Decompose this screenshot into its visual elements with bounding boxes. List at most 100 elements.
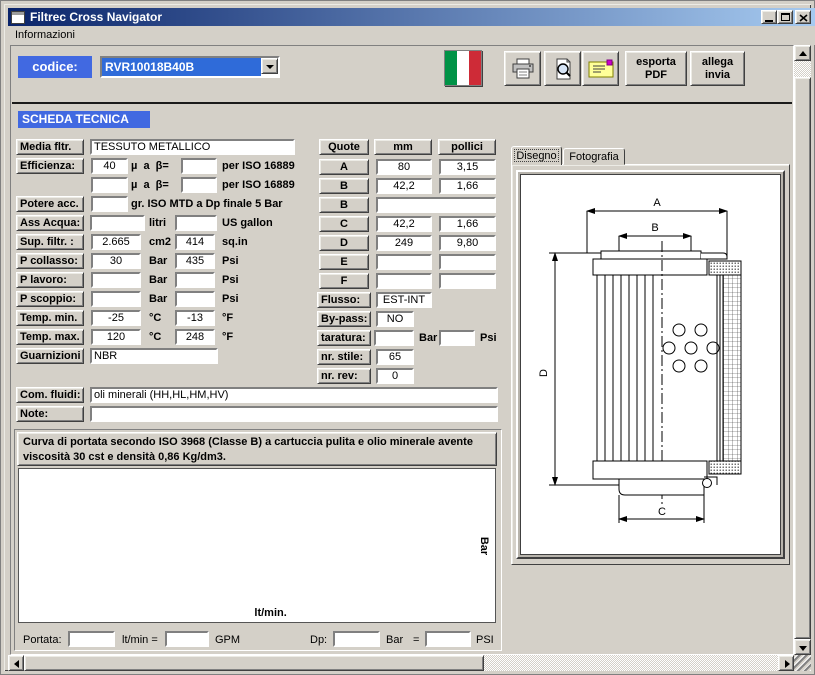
temp-min-field-2[interactable]: -13	[175, 310, 215, 326]
minimize-button[interactable]	[761, 10, 777, 24]
horizontal-scroll-thumb[interactable]	[24, 655, 484, 671]
dim-f-inch-field[interactable]	[439, 273, 496, 289]
arrow-up-icon	[799, 51, 807, 56]
ass-acqua-unit-1: litri	[149, 217, 167, 229]
vertical-scrollbar[interactable]	[794, 45, 811, 655]
nr-rev-field[interactable]: 0	[376, 368, 414, 384]
sup-filtr-field-2[interactable]: 414	[175, 234, 215, 250]
efficienza-unit2: per ISO 16889	[222, 160, 295, 172]
nr-stile-field[interactable]: 65	[376, 349, 414, 365]
horizontal-scrollbar[interactable]	[8, 655, 794, 671]
note-field[interactable]	[90, 406, 498, 422]
dim-c-mm-field[interactable]: 42,2	[376, 216, 432, 232]
taratura-bar-field[interactable]	[374, 330, 414, 346]
bypass-field[interactable]: NO	[376, 311, 414, 327]
attach-send-label-2: invia	[704, 68, 731, 81]
export-pdf-button[interactable]: esporta PDF	[625, 51, 687, 86]
dp-field[interactable]	[333, 631, 380, 647]
taratura-psi-unit: Psi	[480, 332, 497, 344]
dim-e-mm-field[interactable]	[376, 254, 432, 270]
portata-field[interactable]	[68, 631, 115, 647]
chevron-down-icon	[266, 65, 274, 69]
dim-d-inch-field[interactable]: 9,80	[439, 235, 496, 251]
toolbar-separator	[12, 102, 792, 104]
taratura-bar-unit: Bar	[419, 332, 438, 344]
dim-a-mm-field[interactable]: 80	[376, 159, 432, 175]
taratura-label: taratura:	[317, 330, 371, 346]
dim-a-inch-field[interactable]: 3,15	[439, 159, 496, 175]
dim-f-mm-field[interactable]	[376, 273, 432, 289]
potere-acc-field[interactable]	[91, 196, 128, 212]
tab-disegno[interactable]: Disegno	[511, 146, 562, 165]
guarnizioni-field[interactable]: NBR	[90, 348, 218, 364]
resize-grip[interactable]	[794, 655, 811, 671]
efficienza-micron-field[interactable]: 40	[91, 158, 128, 174]
close-button[interactable]	[795, 10, 811, 24]
section-title: SCHEDA TECNICA	[18, 111, 150, 128]
preview-button[interactable]	[544, 51, 581, 86]
efficienza2-micron-field[interactable]	[91, 177, 128, 193]
taratura-psi-field[interactable]	[439, 330, 475, 346]
drawing-dim-a-label: A	[653, 197, 661, 209]
guarnizioni-label: Guarnizioni	[16, 348, 84, 364]
maximize-button[interactable]	[777, 10, 793, 24]
p-lavoro-field-2[interactable]	[175, 272, 215, 288]
efficienza2-unit2: per ISO 16889	[222, 179, 295, 191]
p-collasso-field-2[interactable]: 435	[175, 253, 215, 269]
chart-xlabel: lt/min.	[254, 607, 287, 619]
flow-chart-plot: Bar lt/min.	[18, 468, 496, 623]
combo-dropdown-button[interactable]	[261, 58, 278, 74]
gpm-field[interactable]	[165, 631, 209, 647]
print-icon	[512, 58, 533, 78]
temp-max-unit-1: °C	[149, 331, 162, 343]
dim-c-inch-field[interactable]: 1,66	[439, 216, 496, 232]
flusso-field[interactable]: EST-INT	[376, 292, 432, 308]
temp-max-label: Temp. max.	[16, 329, 84, 345]
potere-acc-unit: gr. ISO MTD a Dp finale 5 Bar	[131, 198, 283, 210]
dim-b-inch-field[interactable]: 1,66	[439, 178, 496, 194]
curve-panel-header: Curva di portata secondo ISO 3968 (Class…	[17, 432, 497, 466]
dim-d-label: D	[319, 235, 369, 251]
efficienza-beta-field[interactable]	[181, 158, 217, 174]
arrow-left-icon	[14, 660, 19, 668]
codice-combobox[interactable]: RVR10018B40B	[100, 56, 280, 78]
scroll-left-button[interactable]	[8, 655, 24, 671]
quote-header: Quote	[319, 139, 369, 155]
menu-item-informazioni[interactable]: Informazioni	[8, 26, 82, 44]
scroll-down-button[interactable]	[794, 639, 811, 655]
vertical-scroll-thumb[interactable]	[794, 77, 811, 639]
sup-filtr-field-1[interactable]: 2.665	[91, 234, 141, 250]
p-lavoro-field-1[interactable]	[91, 272, 141, 288]
media-fltr-field[interactable]: TESSUTO METALLICO	[90, 139, 295, 155]
p-scoppio-label: P scoppio:	[16, 291, 84, 307]
dim-e-inch-field[interactable]	[439, 254, 496, 270]
temp-max-field-1[interactable]: 120	[91, 329, 141, 345]
p-collasso-field-1[interactable]: 30	[91, 253, 141, 269]
dim-b-mm-field[interactable]: 42,2	[376, 178, 432, 194]
sup-filtr-unit-2: sq.in	[222, 236, 248, 248]
ass-acqua-field-1[interactable]	[90, 215, 145, 231]
email-button[interactable]	[582, 51, 619, 86]
temp-min-field-1[interactable]: -25	[91, 310, 141, 326]
scroll-right-button[interactable]	[778, 655, 794, 671]
titlebar[interactable]: Filtrec Cross Navigator	[8, 8, 815, 26]
preview-icon	[556, 58, 571, 79]
print-button[interactable]	[504, 51, 541, 86]
dim-b2-wide-field[interactable]	[376, 197, 496, 213]
p-scoppio-unit-2: Psi	[222, 293, 239, 305]
p-scoppio-field-2[interactable]	[175, 291, 215, 307]
p-collasso-label: P collasso:	[16, 253, 84, 269]
com-fluidi-field[interactable]: oli minerali (HH,HL,HM,HV)	[90, 387, 498, 403]
psi-field[interactable]	[425, 631, 471, 647]
dim-f-label: F	[319, 273, 369, 289]
sup-filtr-label: Sup. filtr. :	[16, 234, 84, 250]
dim-d-mm-field[interactable]: 249	[376, 235, 432, 251]
ass-acqua-field-2[interactable]	[175, 215, 217, 231]
tab-fotografia[interactable]: Fotografia	[563, 148, 625, 165]
scroll-up-button[interactable]	[794, 45, 811, 61]
p-scoppio-field-1[interactable]	[91, 291, 141, 307]
efficienza2-beta-field[interactable]	[181, 177, 217, 193]
psi-label: PSI	[476, 634, 494, 646]
temp-max-field-2[interactable]: 248	[175, 329, 215, 345]
attach-send-button[interactable]: allega invia	[690, 51, 745, 86]
